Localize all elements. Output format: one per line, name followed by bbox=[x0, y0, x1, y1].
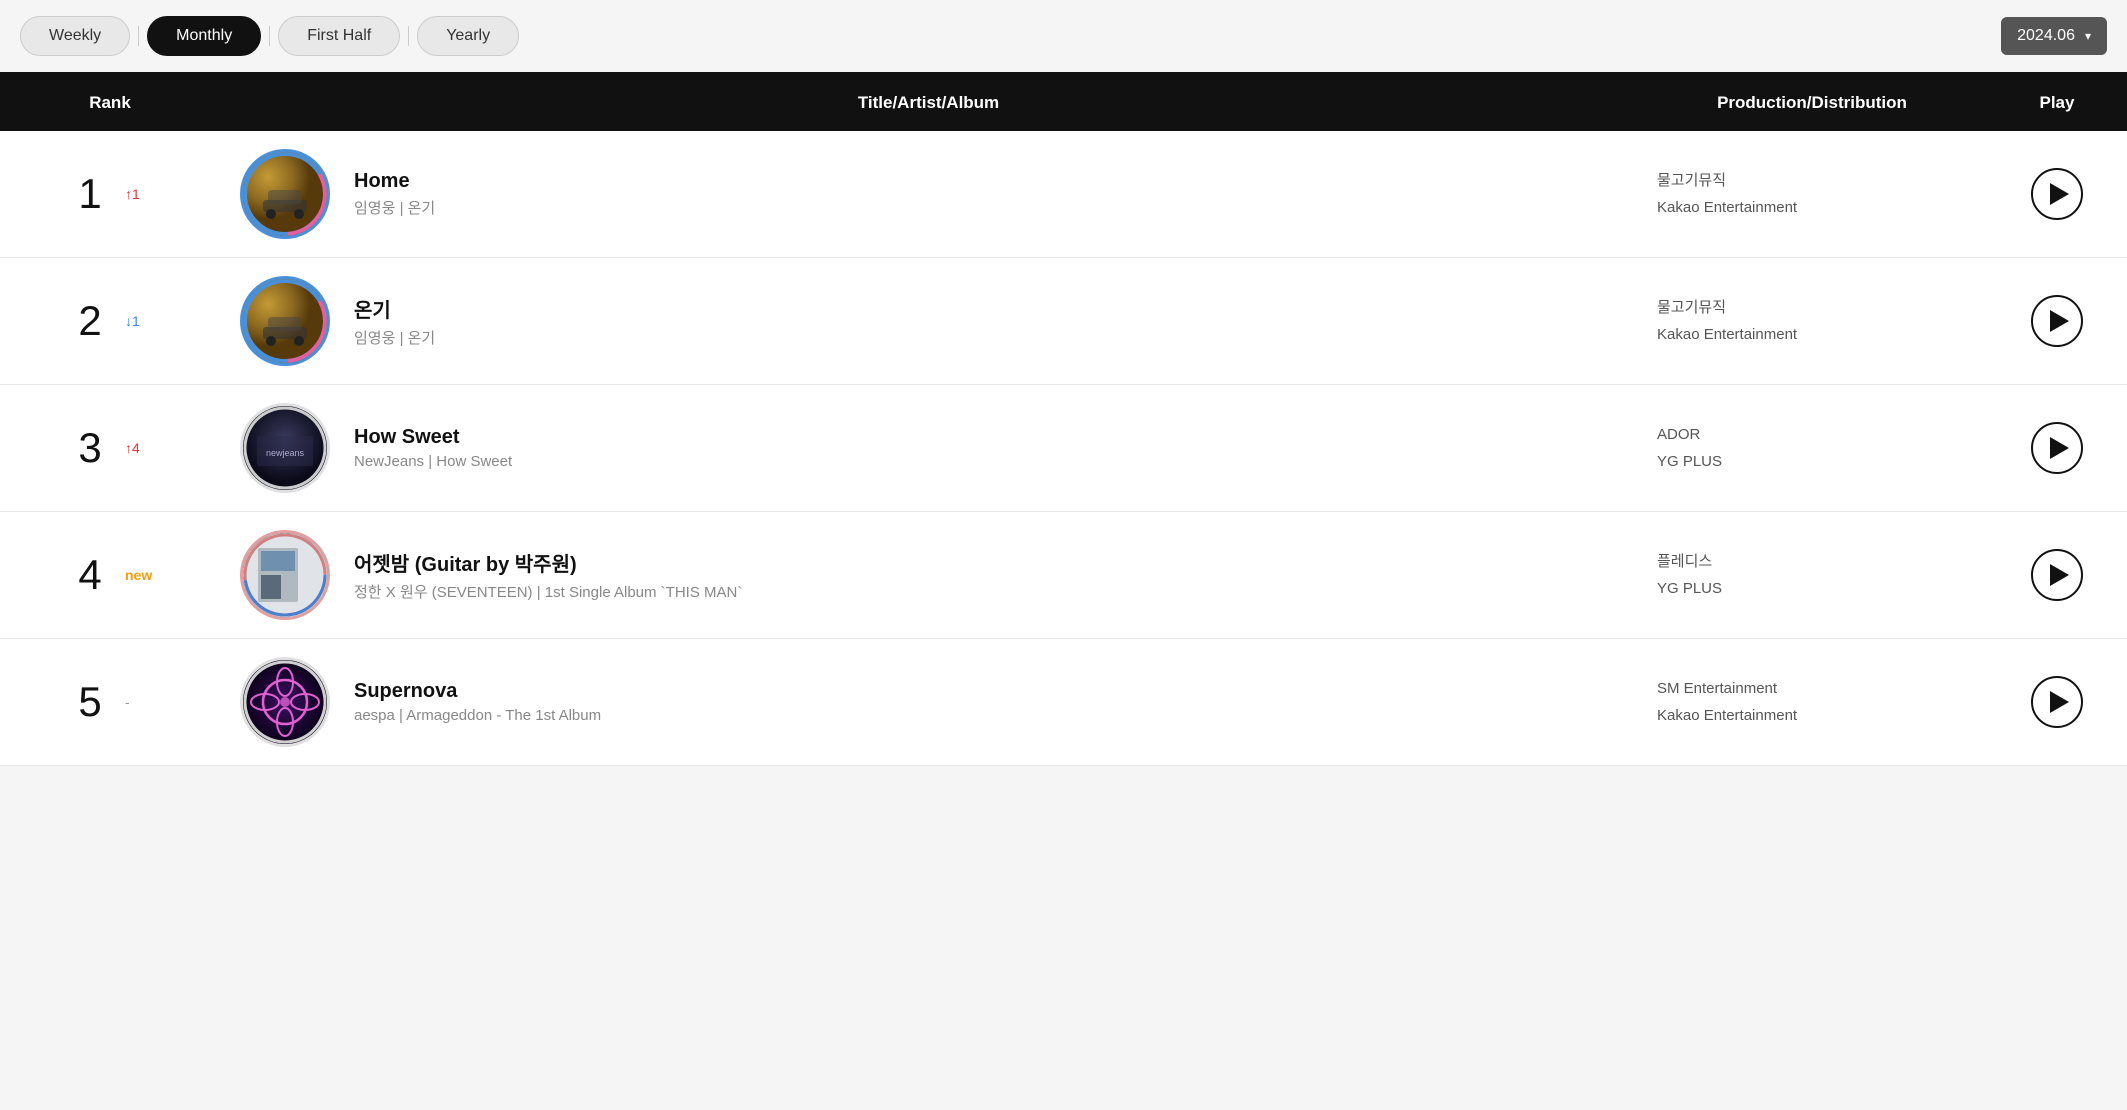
song-title-3: How Sweet bbox=[354, 426, 512, 449]
rank-change-2: ↓1 bbox=[125, 313, 155, 329]
rank-change-4: new bbox=[125, 567, 155, 583]
play-col-4 bbox=[1987, 549, 2127, 601]
header-production: Production/Distribution bbox=[1637, 93, 1987, 113]
album-info-5: Supernova aespa | Armageddon - The 1st A… bbox=[354, 680, 601, 724]
rank-col-3: 3 ↑4 bbox=[0, 424, 220, 472]
play-icon-2 bbox=[2050, 310, 2069, 332]
song-meta-1: 임영웅 | 온기 bbox=[354, 197, 435, 218]
divider-2 bbox=[269, 26, 270, 46]
header-play: Play bbox=[1987, 93, 2127, 113]
album-art-svg-3: newjeans bbox=[243, 406, 327, 490]
chevron-down-icon: ▾ bbox=[2085, 29, 2091, 43]
rank-col-5: 5 - bbox=[0, 678, 220, 726]
album-art-svg-4 bbox=[243, 533, 327, 617]
play-icon-5 bbox=[2050, 691, 2069, 713]
song-meta-4: 정한 X 원우 (SEVENTEEN) | 1st Single Album `… bbox=[354, 581, 742, 602]
play-col-2 bbox=[1987, 295, 2127, 347]
rank-change-5: - bbox=[125, 694, 155, 710]
album-art-svg-1 bbox=[243, 152, 327, 236]
prod-col-1: 물고기뮤직 Kakao Entertainment bbox=[1637, 167, 1987, 221]
album-info-2: 온기 임영웅 | 온기 bbox=[354, 294, 435, 348]
table-row: 1 ↑1 bbox=[0, 131, 2127, 258]
rank-col-1: 1 ↑1 bbox=[0, 170, 220, 218]
album-info-4: 어젯밤 (Guitar by 박주원) 정한 X 원우 (SEVENTEEN) … bbox=[354, 548, 742, 602]
table-row: 5 - bbox=[0, 639, 2127, 766]
rank-change-3: ↑4 bbox=[125, 440, 155, 456]
album-info-1: Home 임영웅 | 온기 bbox=[354, 170, 435, 218]
song-title-1: Home bbox=[354, 170, 435, 193]
prod-company-3: ADOR YG PLUS bbox=[1657, 421, 1967, 475]
album-art-5 bbox=[240, 657, 330, 747]
title-col-1: Home 임영웅 | 온기 bbox=[220, 149, 1637, 239]
tab-weekly[interactable]: Weekly bbox=[20, 16, 130, 56]
song-meta-5: aespa | Armageddon - The 1st Album bbox=[354, 707, 601, 724]
play-icon-1 bbox=[2050, 183, 2069, 205]
prod-col-3: ADOR YG PLUS bbox=[1637, 421, 1987, 475]
title-col-4: 어젯밤 (Guitar by 박주원) 정한 X 원우 (SEVENTEEN) … bbox=[220, 530, 1637, 620]
prod-company-4: 플레디스 YG PLUS bbox=[1657, 548, 1967, 602]
play-icon-3 bbox=[2050, 437, 2069, 459]
play-col-3 bbox=[1987, 422, 2127, 474]
title-col-2: 온기 임영웅 | 온기 bbox=[220, 276, 1637, 366]
prod-col-4: 플레디스 YG PLUS bbox=[1637, 548, 1987, 602]
album-art-1 bbox=[240, 149, 330, 239]
date-label: 2024.06 bbox=[2017, 27, 2075, 45]
table-row: 4 new 어젯밤 (Guitar by 박주원) 정한 X 원우 (SEVEN… bbox=[0, 512, 2127, 639]
title-col-5: Supernova aespa | Armageddon - The 1st A… bbox=[220, 657, 1637, 747]
prod-company-5: SM Entertainment Kakao Entertainment bbox=[1657, 675, 1967, 729]
play-col-5 bbox=[1987, 676, 2127, 728]
rank-number-2: 2 bbox=[65, 297, 115, 345]
album-art-svg-5 bbox=[243, 660, 327, 744]
svg-text:newjeans: newjeans bbox=[266, 448, 305, 458]
rank-number-4: 4 bbox=[65, 551, 115, 599]
table-row: 2 ↓1 bbox=[0, 258, 2127, 385]
chart-header: Rank Title/Artist/Album Production/Distr… bbox=[0, 75, 2127, 131]
play-button-2[interactable] bbox=[2031, 295, 2083, 347]
play-icon-4 bbox=[2050, 564, 2069, 586]
prod-company-1: 물고기뮤직 Kakao Entertainment bbox=[1657, 167, 1967, 221]
tab-yearly[interactable]: Yearly bbox=[417, 16, 519, 56]
album-art-4 bbox=[240, 530, 330, 620]
song-title-2: 온기 bbox=[354, 294, 435, 323]
title-col-3: newjeans How Sweet NewJeans | How Sweet bbox=[220, 403, 1637, 493]
rank-col-4: 4 new bbox=[0, 551, 220, 599]
rank-number-5: 5 bbox=[65, 678, 115, 726]
prod-col-2: 물고기뮤직 Kakao Entertainment bbox=[1637, 294, 1987, 348]
song-title-4: 어젯밤 (Guitar by 박주원) bbox=[354, 548, 742, 577]
play-button-5[interactable] bbox=[2031, 676, 2083, 728]
prod-company-2: 물고기뮤직 Kakao Entertainment bbox=[1657, 294, 1967, 348]
divider-1 bbox=[138, 26, 139, 46]
rank-number-3: 3 bbox=[65, 424, 115, 472]
filter-bar: Weekly Monthly First Half Yearly 2024.06… bbox=[0, 0, 2127, 72]
prod-col-5: SM Entertainment Kakao Entertainment bbox=[1637, 675, 1987, 729]
divider-3 bbox=[408, 26, 409, 46]
album-art-3: newjeans bbox=[240, 403, 330, 493]
header-rank: Rank bbox=[0, 93, 220, 113]
song-meta-3: NewJeans | How Sweet bbox=[354, 453, 512, 470]
rank-number-1: 1 bbox=[65, 170, 115, 218]
album-art-svg-2 bbox=[243, 279, 327, 363]
song-title-5: Supernova bbox=[354, 680, 601, 703]
tab-first-half[interactable]: First Half bbox=[278, 16, 400, 56]
play-button-1[interactable] bbox=[2031, 168, 2083, 220]
chart-table: Rank Title/Artist/Album Production/Distr… bbox=[0, 72, 2127, 766]
header-title: Title/Artist/Album bbox=[220, 93, 1637, 113]
play-button-4[interactable] bbox=[2031, 549, 2083, 601]
date-selector[interactable]: 2024.06 ▾ bbox=[2001, 17, 2107, 55]
table-row: 3 ↑4 newjeans bbox=[0, 385, 2127, 512]
rank-col-2: 2 ↓1 bbox=[0, 297, 220, 345]
song-meta-2: 임영웅 | 온기 bbox=[354, 327, 435, 348]
album-info-3: How Sweet NewJeans | How Sweet bbox=[354, 426, 512, 470]
rank-change-1: ↑1 bbox=[125, 186, 155, 202]
album-art-2 bbox=[240, 276, 330, 366]
play-col-1 bbox=[1987, 168, 2127, 220]
tab-monthly[interactable]: Monthly bbox=[147, 16, 261, 56]
play-button-3[interactable] bbox=[2031, 422, 2083, 474]
